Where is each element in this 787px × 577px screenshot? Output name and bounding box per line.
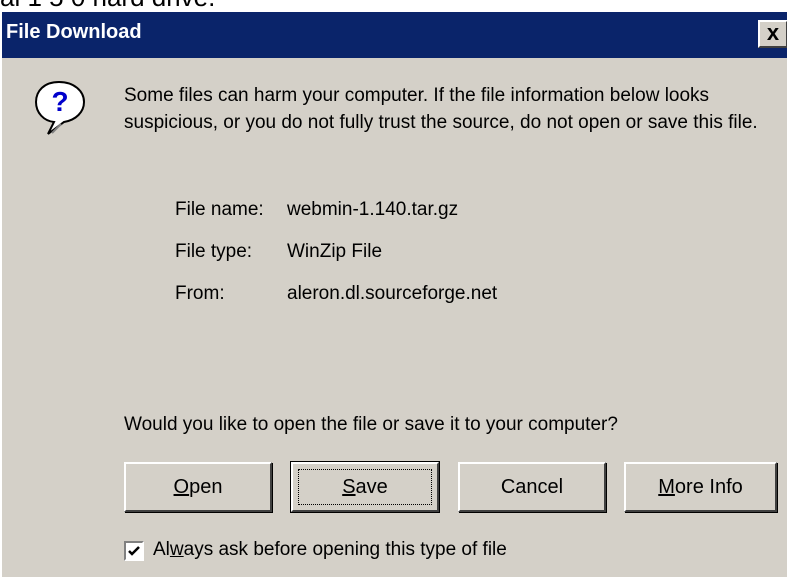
svg-text:?: ? <box>51 86 68 117</box>
file-type-label: File type: <box>175 241 253 262</box>
checkmark-icon <box>128 546 140 556</box>
close-icon: x <box>766 20 780 45</box>
file-name-value: webmin-1.140.tar.gz <box>287 199 459 220</box>
save-button[interactable]: Save <box>290 461 440 513</box>
from-value: aleron.dl.sourceforge.net <box>287 283 498 304</box>
file-name-label: File name: <box>175 199 264 220</box>
warning-message: Some files can harm your computer. If th… <box>124 85 758 133</box>
always-ask-label[interactable]: Always ask before opening this type of f… <box>153 539 507 561</box>
dialog-title: File Download <box>6 21 142 43</box>
file-type-value: WinZip File <box>287 241 383 262</box>
cancel-button[interactable]: Cancel <box>458 462 606 512</box>
question-text: Would you like to open the file or save … <box>124 414 618 435</box>
close-button[interactable]: x <box>758 20 787 48</box>
title-bar[interactable]: File Download x <box>2 12 787 58</box>
file-download-dialog: File Download x ? Some files can harm yo… <box>0 10 787 577</box>
help-question-icon: ? <box>34 80 86 135</box>
open-button[interactable]: Open <box>124 462 272 512</box>
from-label: From: <box>175 283 225 304</box>
more-info-button[interactable]: More Info <box>624 462 777 512</box>
always-ask-checkbox[interactable] <box>124 541 144 561</box>
